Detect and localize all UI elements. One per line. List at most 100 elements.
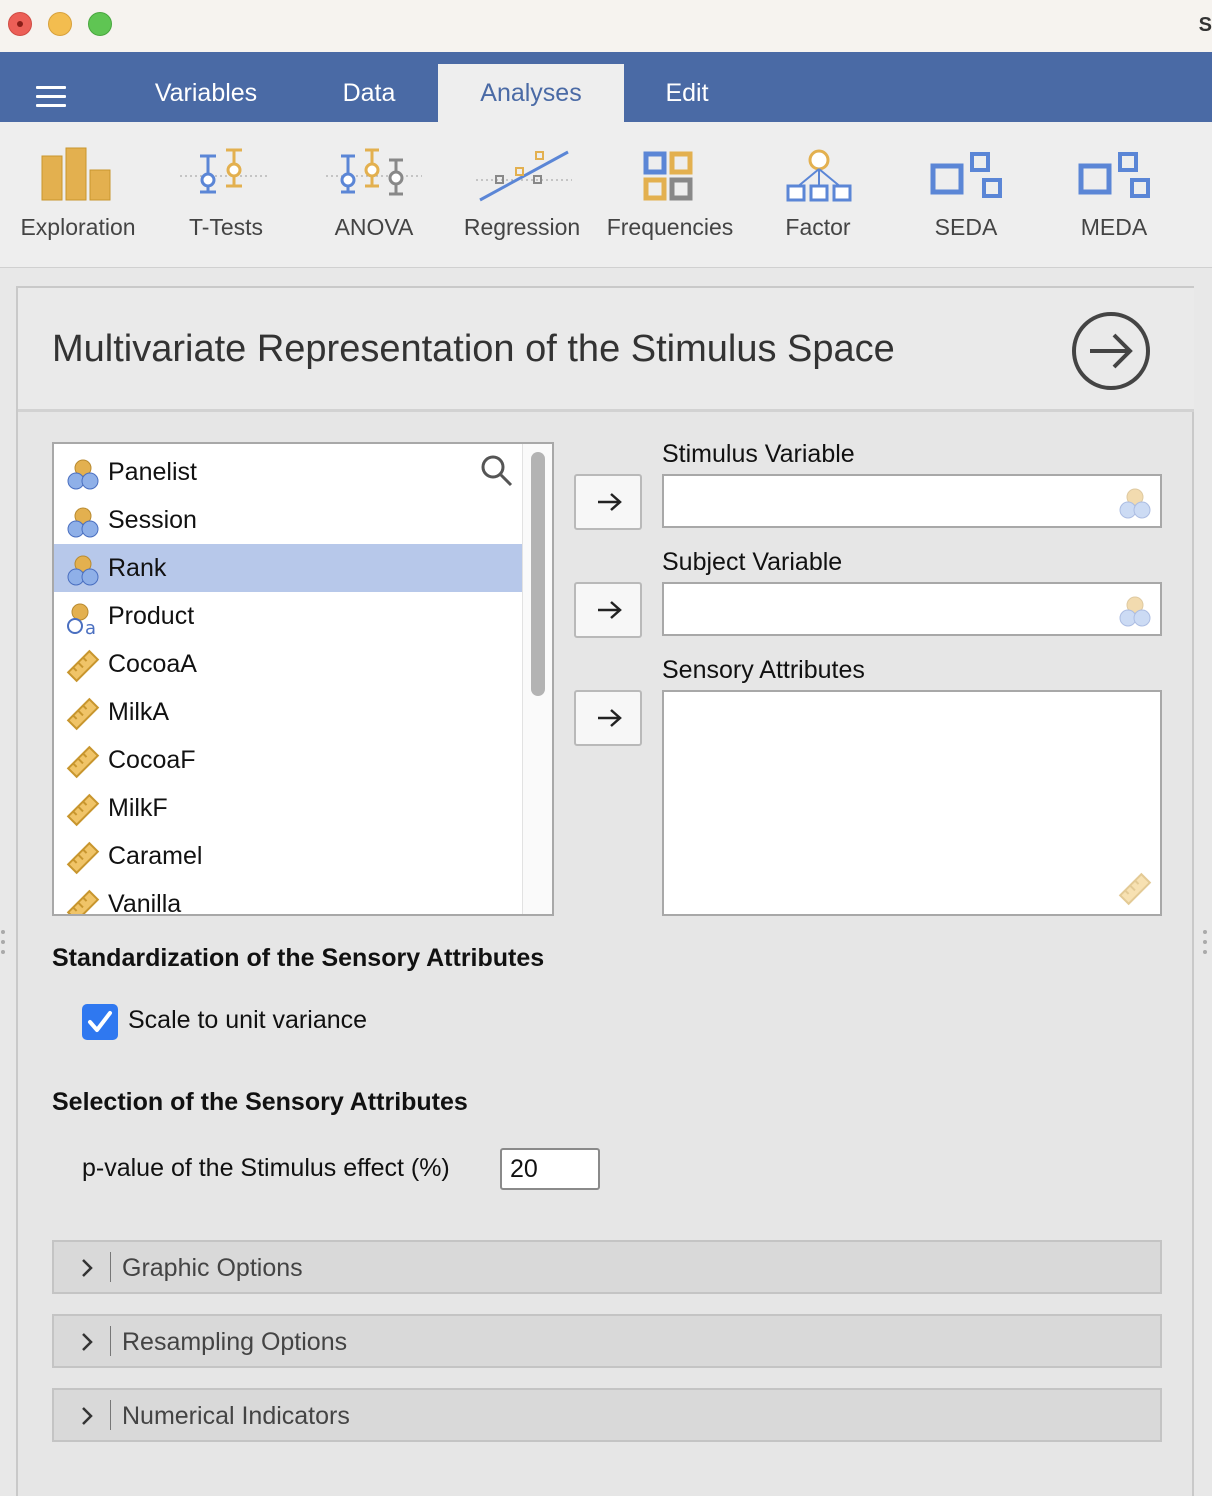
scrollbar-thumb[interactable] xyxy=(531,452,545,696)
right-resize-grip[interactable] xyxy=(1202,928,1208,960)
pvalue-label: p-value of the Stimulus effect (%) xyxy=(82,1154,450,1182)
ribbon-label: SEDA xyxy=(934,214,998,240)
list-item-rank[interactable]: Rank xyxy=(54,544,522,592)
nominal-variable-icon xyxy=(67,507,99,538)
window-close-button[interactable] xyxy=(8,12,32,36)
window-minimize-button[interactable] xyxy=(48,12,72,36)
variable-label: Rank xyxy=(108,554,167,582)
ribbon-meda-button[interactable]: MEDA xyxy=(1040,122,1188,268)
list-item-session[interactable]: Session xyxy=(54,496,522,544)
list-item-cocoaf[interactable]: CocoaF xyxy=(54,736,522,784)
variable-label: Panelist xyxy=(108,458,197,486)
list-item-panelist[interactable]: Panelist xyxy=(54,448,522,496)
svg-text:a: a xyxy=(85,618,96,635)
variable-list[interactable]: Panelist Session Rank a Product CocoaA M… xyxy=(52,442,554,916)
list-item-milka[interactable]: MilkA xyxy=(54,688,522,736)
chevron-right-icon xyxy=(82,1259,93,1277)
variable-label: CocoaF xyxy=(108,746,196,774)
subject-variable-field[interactable] xyxy=(662,582,1162,636)
arrow-right-icon xyxy=(598,709,622,727)
ribbon-seda-button[interactable]: SEDA xyxy=(892,122,1040,268)
chevron-right-icon xyxy=(82,1407,93,1425)
main-navbar: Variables Data Analyses Edit xyxy=(0,52,1212,122)
ribbon-factor-button[interactable]: Factor xyxy=(744,122,892,268)
pvalue-input[interactable] xyxy=(500,1148,600,1190)
ribbon-label: T-Tests xyxy=(188,214,264,240)
sensory-attributes-label: Sensory Attributes xyxy=(662,656,865,684)
collapsible-label: Numerical Indicators xyxy=(122,1402,350,1430)
scale-unit-variance-checkbox[interactable] xyxy=(82,1004,118,1040)
ribbon-label: Factor xyxy=(785,214,851,240)
ribbon-regression-button[interactable]: Regression xyxy=(448,122,596,268)
move-to-stimulus-button[interactable] xyxy=(574,474,642,530)
stimulus-variable-field[interactable] xyxy=(662,474,1162,528)
meda-icon xyxy=(1078,152,1150,198)
list-item-cocoaa[interactable]: CocoaA xyxy=(54,640,522,688)
ribbon-label: MEDA xyxy=(1080,214,1148,240)
window-title: S xyxy=(1198,14,1212,36)
list-item-milkf[interactable]: MilkF xyxy=(54,784,522,832)
chevron-right-icon xyxy=(82,1333,93,1351)
tab-data[interactable]: Data xyxy=(314,64,424,122)
variable-label: Vanilla xyxy=(108,890,182,916)
variable-label: Session xyxy=(108,506,197,534)
list-item-product[interactable]: a Product xyxy=(54,592,522,640)
ribbon-label: Regression xyxy=(463,214,581,240)
nominal-text-variable-icon: a xyxy=(67,603,96,635)
arrow-right-circle-icon[interactable] xyxy=(1070,310,1152,392)
ribbon-ttests-button[interactable]: T-Tests xyxy=(152,122,300,268)
selection-heading: Selection of the Sensory Attributes xyxy=(52,1088,468,1116)
exploration-icon xyxy=(41,147,111,201)
panel-title: Multivariate Representation of the Stimu… xyxy=(52,328,895,370)
ribbon-label: Frequencies xyxy=(606,214,734,240)
ribbon-label: ANOVA xyxy=(334,214,414,240)
ribbon-exploration-button[interactable]: Exploration xyxy=(4,122,152,268)
scale-unit-variance-label[interactable]: Scale to unit variance xyxy=(128,1006,367,1035)
tab-variables[interactable]: Variables xyxy=(130,64,282,122)
move-to-subject-button[interactable] xyxy=(574,582,642,638)
hamburger-menu-icon[interactable] xyxy=(36,86,68,108)
list-item-vanilla[interactable]: Vanilla xyxy=(54,880,522,916)
left-resize-grip[interactable] xyxy=(0,928,6,960)
factor-icon xyxy=(786,149,852,202)
variable-label: MilkA xyxy=(108,698,170,726)
variable-label: Caramel xyxy=(108,842,203,870)
numerical-indicators-collapsible[interactable]: Numerical Indicators xyxy=(52,1388,1162,1442)
variable-list-scrollbar[interactable] xyxy=(522,444,552,914)
list-item-caramel[interactable]: Caramel xyxy=(54,832,522,880)
variable-label: Product xyxy=(108,602,195,630)
ruler-icon xyxy=(66,745,100,779)
standardization-heading: Standardization of the Sensory Attribute… xyxy=(52,944,545,972)
ribbon-frequencies-button[interactable]: Frequencies xyxy=(596,122,744,268)
ribbon-label: Exploration xyxy=(20,214,136,240)
stimulus-variable-label: Stimulus Variable xyxy=(662,440,855,468)
analyses-ribbon: Exploration T-Tests ANOVA Regression Fre… xyxy=(0,122,1212,268)
nominal-variable-icon xyxy=(67,555,99,586)
ttests-icon xyxy=(180,148,270,194)
ruler-icon xyxy=(66,889,100,914)
collapsible-label: Resampling Options xyxy=(122,1328,348,1356)
arrow-right-icon xyxy=(598,493,622,511)
tab-edit[interactable]: Edit xyxy=(640,64,734,122)
arrow-right-icon xyxy=(598,601,622,619)
collapsible-label: Graphic Options xyxy=(122,1254,303,1282)
window-maximize-button[interactable] xyxy=(88,12,112,36)
divider xyxy=(110,1400,111,1430)
ruler-icon xyxy=(1118,872,1152,906)
nominal-variable-icon xyxy=(67,459,99,490)
graphic-options-collapsible[interactable]: Graphic Options xyxy=(52,1240,1162,1294)
frequencies-icon xyxy=(643,151,693,201)
seda-icon xyxy=(930,152,1002,198)
ruler-icon xyxy=(66,841,100,875)
ruler-icon xyxy=(66,793,100,827)
resampling-options-collapsible[interactable]: Resampling Options xyxy=(52,1314,1162,1368)
divider xyxy=(110,1326,111,1356)
regression-icon xyxy=(476,150,572,202)
move-to-sensory-button[interactable] xyxy=(574,690,642,746)
ruler-icon xyxy=(66,697,100,731)
ribbon-anova-button[interactable]: ANOVA xyxy=(300,122,448,268)
variable-label: CocoaA xyxy=(108,650,197,678)
subject-variable-label: Subject Variable xyxy=(662,548,843,576)
tab-analyses[interactable]: Analyses xyxy=(438,64,624,122)
sensory-attributes-field[interactable] xyxy=(662,690,1162,916)
